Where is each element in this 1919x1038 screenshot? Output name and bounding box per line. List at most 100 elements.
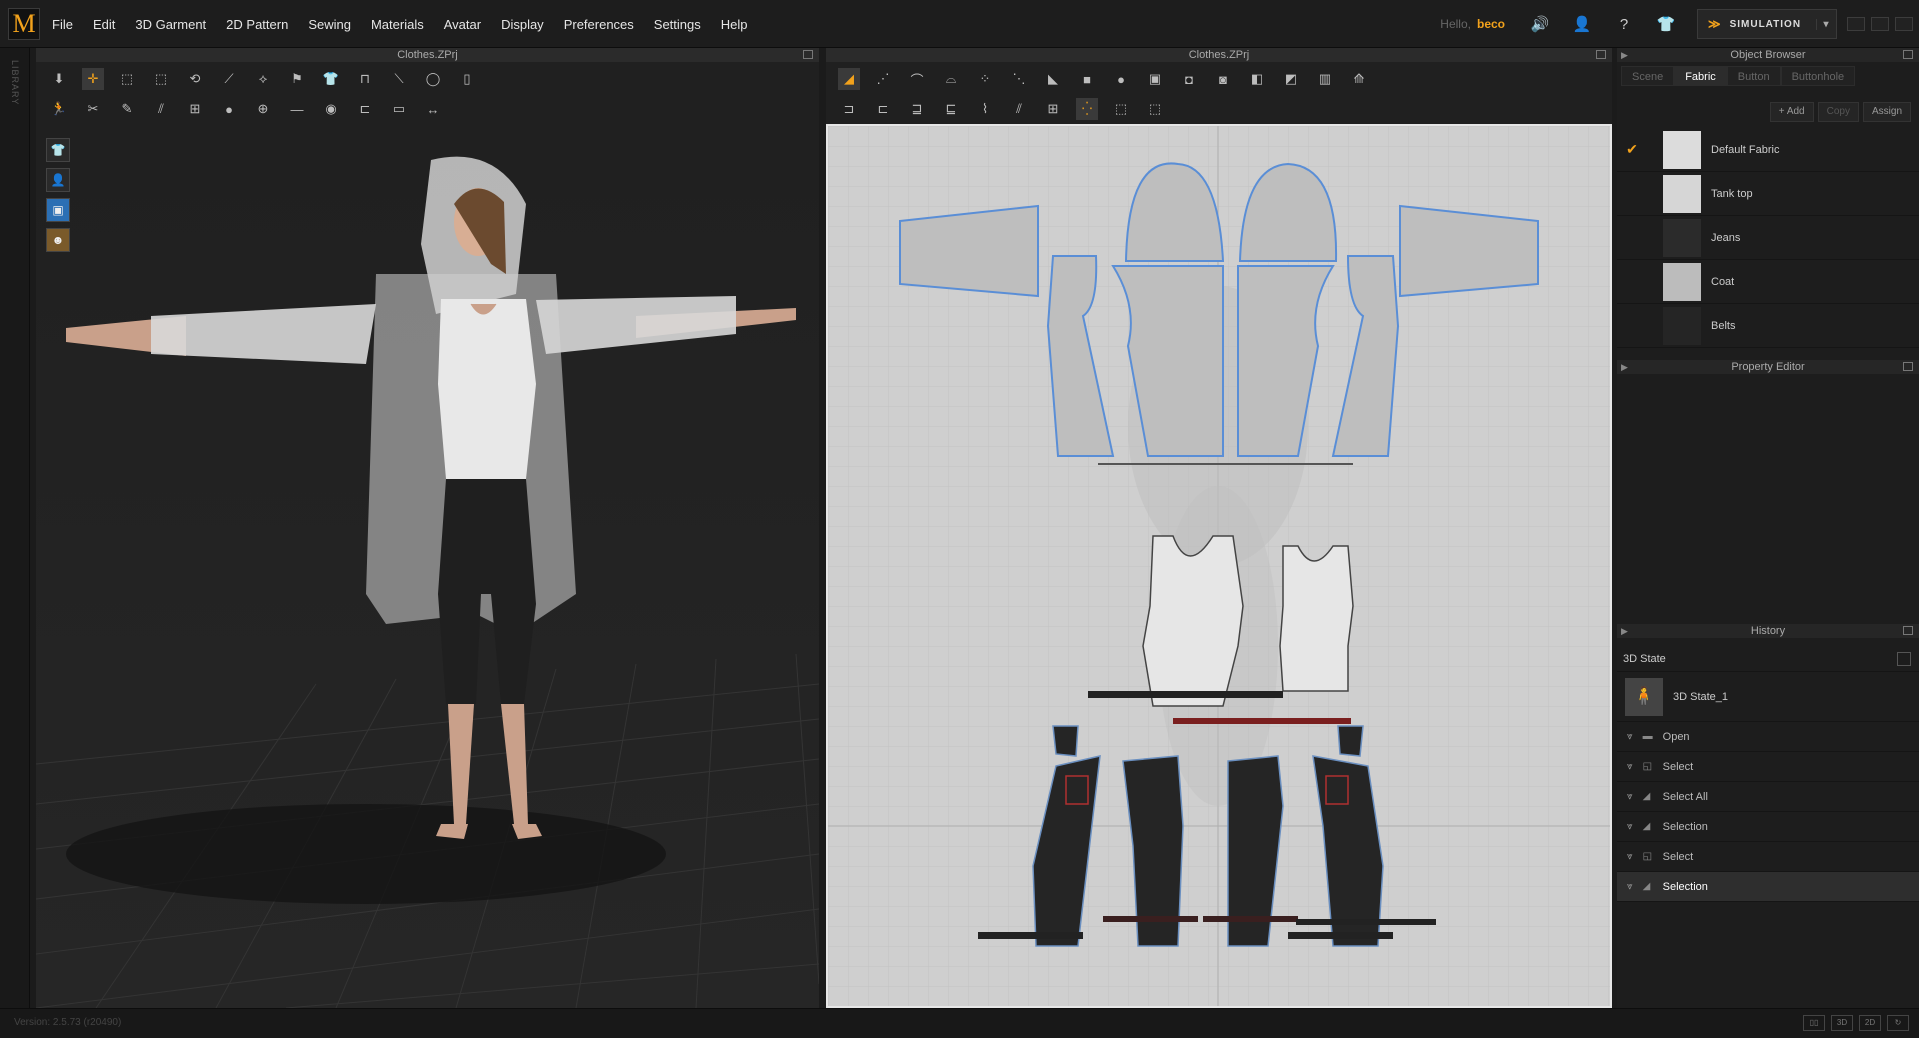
fold-tool-icon[interactable]: ⟡ [252,68,274,90]
fold-icon[interactable]: ⟰ [1348,68,1370,90]
copy-fabric-button[interactable]: Copy [1817,102,1859,122]
split-view-button[interactable]: ▯▯ [1803,1015,1825,1031]
maximize-icon[interactable] [1903,626,1913,635]
symmetry-icon[interactable]: ◩ [1280,68,1302,90]
trace-icon[interactable]: ⌇ [974,98,996,120]
username-label[interactable]: beco [1477,17,1505,31]
chevron-down-icon[interactable]: ▾ [1816,18,1836,30]
tab-fabric[interactable]: Fabric [1674,66,1727,86]
texture-display-icon[interactable]: ▣ [46,198,70,222]
circle-icon[interactable]: ● [1110,68,1132,90]
history-entry[interactable]: ⩔ ◱ Select [1617,752,1919,782]
history-entry[interactable]: ⩔ ◢ Selection [1617,812,1919,842]
select-region-icon[interactable]: ⬚ [1110,98,1132,120]
rotate-box-icon[interactable]: ⟲ [184,68,206,90]
2d-view-button[interactable]: 2D [1859,1015,1881,1031]
internal-rect-icon[interactable]: ▣ [1144,68,1166,90]
dart-icon[interactable]: ◧ [1246,68,1268,90]
history-entry[interactable]: ⩔ ◱ Select [1617,842,1919,872]
tack-tool-icon[interactable]: ⚑ [286,68,308,90]
button-tool-icon[interactable]: ● [218,98,240,120]
history-entry[interactable]: ⩔ ◢ Select All [1617,782,1919,812]
menu-help[interactable]: Help [721,17,748,32]
edit-sewing-icon[interactable]: ⊑ [940,98,962,120]
fabric-item-tank-top[interactable]: Tank top [1617,172,1919,216]
speaker-icon[interactable]: 🔊 [1529,13,1551,35]
transform-box-icon[interactable]: ⬚ [150,68,172,90]
zoom-region-icon[interactable]: ⬚ [1144,98,1166,120]
internal-circle-icon[interactable]: ◙ [1212,68,1234,90]
fabric-item-default[interactable]: ✔ Default Fabric [1617,128,1919,172]
menu-materials[interactable]: Materials [371,17,424,32]
adjust-pattern-icon[interactable]: ◢ [838,68,860,90]
curve-point-icon[interactable]: ⌓ [940,68,962,90]
menu-edit[interactable]: Edit [93,17,115,32]
menu-preferences[interactable]: Preferences [564,17,634,32]
menu-file[interactable]: File [52,17,73,32]
help-icon[interactable]: ? [1613,13,1635,35]
loop-tool-icon[interactable]: ◯ [422,68,444,90]
mesh-tool-icon[interactable]: ⊞ [184,98,206,120]
pants-tool-icon[interactable]: ⊓ [354,68,376,90]
point-tool-icon[interactable]: ◉ [320,98,342,120]
needle-tool-icon[interactable]: ✎ [116,98,138,120]
polygon-icon[interactable]: ◣ [1042,68,1064,90]
menu-display[interactable]: Display [501,17,544,32]
maximize-icon[interactable] [1903,362,1913,371]
viewport-3d[interactable]: 👕 👤 ▣ ☻ [36,124,819,1008]
menu-sewing[interactable]: Sewing [308,17,351,32]
free-sewing-icon[interactable]: ⊏ [872,98,894,120]
maximize-icon[interactable] [803,50,813,59]
garment-icon[interactable]: 👕 [1655,13,1677,35]
menu-2d-pattern[interactable]: 2D Pattern [226,17,288,32]
align-tool-icon[interactable]: ↔ [422,98,444,120]
snapshot-icon[interactable] [1897,652,1911,666]
ruler-tool-icon[interactable]: ▯ [456,68,478,90]
menu-3d-garment[interactable]: 3D Garment [135,17,206,32]
move-tool-icon[interactable]: ✛ [82,68,104,90]
skin-display-icon[interactable]: ☻ [46,228,70,252]
segment-sewing-icon[interactable]: ⊐ [838,98,860,120]
viewport-2d[interactable] [826,124,1612,1008]
menu-avatar[interactable]: Avatar [444,17,481,32]
grid-snap-icon[interactable]: ⁛ [1076,98,1098,120]
zipper-tool-icon[interactable]: ⊏ [354,98,376,120]
menu-settings[interactable]: Settings [654,17,701,32]
add-fabric-button[interactable]: + Add [1769,102,1814,122]
collapse-arrow-icon[interactable]: ▶ [1621,360,1628,374]
maximize-icon[interactable] [1596,50,1606,59]
pattern-seam-icon[interactable]: ⫽ [1008,98,1030,120]
stitch-tool-icon[interactable]: ✂ [82,98,104,120]
tab-buttonhole[interactable]: Buttonhole [1780,66,1856,86]
line-tool-icon[interactable]: — [286,98,308,120]
refresh-view-button[interactable]: ↻ [1887,1015,1909,1031]
arrow-down-tool-icon[interactable]: ⬇ [48,68,70,90]
rectangle-icon[interactable]: ■ [1076,68,1098,90]
fabric-item-belts[interactable]: Belts [1617,304,1919,348]
seam-tool-icon[interactable]: ⫽ [150,98,172,120]
user-icon[interactable]: 👤 [1571,13,1593,35]
3d-view-button[interactable]: 3D [1831,1015,1853,1031]
edit-point-icon[interactable]: ⋰ [872,68,894,90]
tab-scene[interactable]: Scene [1621,66,1675,86]
measure-tool-icon[interactable]: ⟍ [388,68,410,90]
collapse-arrow-icon[interactable]: ▶ [1621,48,1628,62]
garment-display-icon[interactable]: 👕 [46,138,70,162]
avatar-display-icon[interactable]: 👤 [46,168,70,192]
add-point-icon[interactable]: ⁘ [974,68,996,90]
select-box-icon[interactable]: ⬚ [116,68,138,90]
avatar-pose-icon[interactable]: 🏃 [48,98,70,120]
multi-sewing-icon[interactable]: ⊒ [906,98,928,120]
pleat-icon[interactable]: ▥ [1314,68,1336,90]
minimize-button[interactable] [1847,17,1865,31]
buttonhole-tool-icon[interactable]: ⊕ [252,98,274,120]
library-strip[interactable]: LIBRARY [0,48,30,1008]
history-entry-active[interactable]: ⩔ ◢ Selection [1617,872,1919,902]
collapse-arrow-icon[interactable]: ▶ [1621,624,1628,638]
tab-button[interactable]: Button [1726,66,1781,86]
belt-tool-icon[interactable]: ▭ [388,98,410,120]
history-state-item[interactable]: 🧍 3D State_1 [1617,672,1919,722]
close-button[interactable] [1895,17,1913,31]
assign-fabric-button[interactable]: Assign [1862,102,1911,122]
maximize-icon[interactable] [1903,50,1913,59]
